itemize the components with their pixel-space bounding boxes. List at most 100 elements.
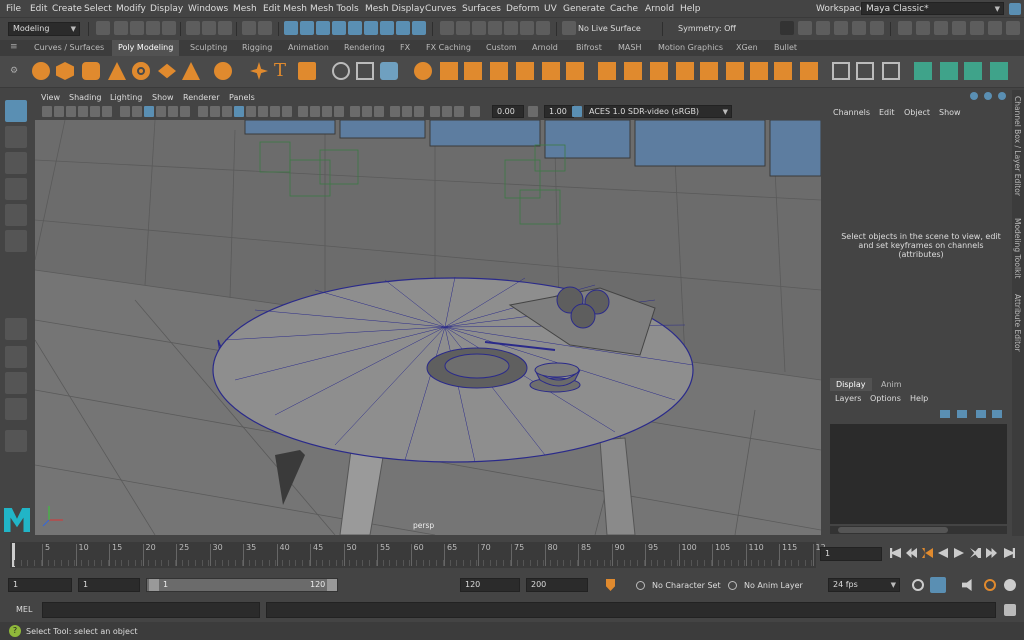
menu-cache[interactable]: Cache (610, 4, 638, 14)
xray-active-icon[interactable] (374, 106, 384, 117)
anim-layer-icon[interactable] (728, 581, 737, 590)
character-set-label[interactable]: No Character Set (652, 581, 721, 590)
poly-cylinder-icon[interactable] (82, 62, 100, 80)
extrude-icon[interactable] (598, 62, 616, 80)
lasso-tool-icon[interactable] (5, 126, 27, 148)
camera-attributes-icon[interactable] (54, 106, 64, 117)
single-perspective-layout-icon[interactable] (5, 318, 27, 340)
snap-surface-icon[interactable] (364, 21, 378, 35)
symmetry-label[interactable]: Symmetry: Off (678, 24, 736, 33)
scale-tool-icon[interactable] (5, 230, 27, 252)
modeling-toolkit-icon[interactable] (898, 21, 912, 35)
play-backward-icon[interactable] (938, 548, 948, 558)
channel-box-icon-c[interactable] (998, 92, 1006, 100)
snap-curve-icon[interactable] (300, 21, 314, 35)
new-layer-icon[interactable] (940, 410, 950, 418)
search-icon[interactable] (5, 430, 27, 452)
workspace-options-icon[interactable] (1009, 3, 1021, 15)
exposure-icon[interactable] (470, 106, 480, 117)
tab-animation[interactable]: Animation (288, 43, 329, 52)
layer-editor-icon[interactable] (1006, 21, 1020, 35)
edge-select-icon[interactable] (940, 62, 958, 80)
collapse-icon[interactable] (774, 62, 792, 80)
render-view-icon[interactable] (780, 21, 794, 35)
offset-edge-icon[interactable] (882, 62, 900, 80)
go-to-end-icon[interactable] (1004, 548, 1015, 558)
view-transform-icon[interactable] (414, 106, 424, 117)
poly-disc-icon[interactable] (182, 62, 200, 80)
multisample-aa-icon[interactable] (322, 106, 332, 117)
select-component-icon[interactable] (218, 21, 232, 35)
isolate-select-icon[interactable] (350, 106, 360, 117)
mirror-icon[interactable] (516, 62, 534, 80)
viewport-menu-shading[interactable]: Shading (69, 93, 102, 102)
svg-tool-icon[interactable] (298, 62, 316, 80)
move-up-icon[interactable] (976, 410, 986, 418)
uv-select-icon[interactable] (990, 62, 1008, 80)
tab-rigging[interactable]: Rigging (242, 43, 272, 52)
move-tool-icon[interactable] (5, 178, 27, 200)
poly-cone-icon[interactable] (108, 62, 126, 80)
fill-hole-icon[interactable] (726, 62, 744, 80)
snap-view-plane-icon[interactable] (332, 21, 346, 35)
character-set-icon[interactable] (636, 581, 645, 590)
show-hud-icon[interactable] (454, 106, 464, 117)
outliner-layout-icon[interactable] (5, 398, 27, 420)
menu-mesh-display[interactable]: Mesh Display (365, 4, 425, 14)
safe-action-icon[interactable] (180, 106, 190, 117)
face-select-icon[interactable] (914, 62, 932, 80)
workspace-dropdown[interactable]: Maya Classic* ▼ (861, 2, 1004, 15)
depth-of-field-icon[interactable] (334, 106, 344, 117)
output-history-icon[interactable] (456, 21, 470, 35)
tab-custom[interactable]: Custom (486, 43, 517, 52)
construction-history-icon[interactable] (472, 21, 486, 35)
tab-rendering[interactable]: Rendering (344, 43, 385, 52)
menu-create[interactable]: Create (52, 4, 82, 14)
snap-live-icon[interactable] (348, 21, 362, 35)
play-forward-icon[interactable] (954, 548, 964, 558)
camera-lock-icon[interactable] (390, 106, 400, 117)
playback-start-field[interactable]: 1 (78, 578, 140, 592)
live-surface-label[interactable]: No Live Surface (578, 24, 641, 33)
textured-icon[interactable] (258, 106, 268, 117)
pause-icon[interactable] (870, 21, 884, 35)
xray-joints-icon[interactable] (362, 106, 372, 117)
mesh-wire-icon[interactable] (356, 62, 374, 80)
channel-menu-show[interactable]: Show (939, 108, 961, 117)
sound-icon[interactable] (962, 579, 972, 591)
smooth-icon[interactable] (464, 62, 482, 80)
poly-plane-icon[interactable] (158, 63, 176, 79)
undo-icon[interactable] (146, 21, 160, 35)
select-tool-icon[interactable] (5, 100, 27, 122)
tab-display[interactable]: Display (830, 378, 872, 391)
range-slider-bar[interactable]: 1 120 (146, 578, 338, 592)
anim-layer-label[interactable]: No Anim Layer (744, 581, 803, 590)
grid-icon[interactable] (120, 106, 130, 117)
snap-edge-icon[interactable] (380, 21, 394, 35)
script-editor-icon[interactable] (1004, 604, 1016, 616)
edge-loop-icon[interactable] (832, 62, 850, 80)
menu-mesh[interactable]: Mesh (233, 4, 257, 14)
new-scene-icon[interactable] (96, 21, 110, 35)
save-scene-icon[interactable] (130, 21, 144, 35)
smooth-shade-icon[interactable] (210, 106, 220, 117)
mask-dropdown-icon[interactable] (258, 21, 272, 35)
step-back-frame-icon[interactable] (922, 548, 933, 558)
tab-anim[interactable]: Anim (881, 380, 902, 389)
tab-mash[interactable]: MASH (618, 43, 641, 52)
input-history-icon[interactable] (440, 21, 454, 35)
attribute-editor-icon[interactable] (934, 21, 948, 35)
viewport-menu-renderer[interactable]: Renderer (183, 93, 220, 102)
poly-cube-icon[interactable] (56, 62, 74, 80)
preferences-icon[interactable] (1004, 579, 1016, 591)
poly-sphere-icon[interactable] (32, 62, 50, 80)
loop-icon[interactable] (912, 579, 924, 591)
gate-mask-icon[interactable] (156, 106, 166, 117)
tab-poly-modeling[interactable]: Poly Modeling (112, 40, 180, 56)
sculpting-tools-icon[interactable] (916, 21, 930, 35)
keyframe-icon[interactable] (606, 579, 615, 591)
channel-menu-edit[interactable]: Edit (879, 108, 895, 117)
append-polygon-icon[interactable] (750, 62, 768, 80)
sphere-wire-icon[interactable] (332, 62, 350, 80)
poly-platonic-icon[interactable] (214, 62, 232, 80)
